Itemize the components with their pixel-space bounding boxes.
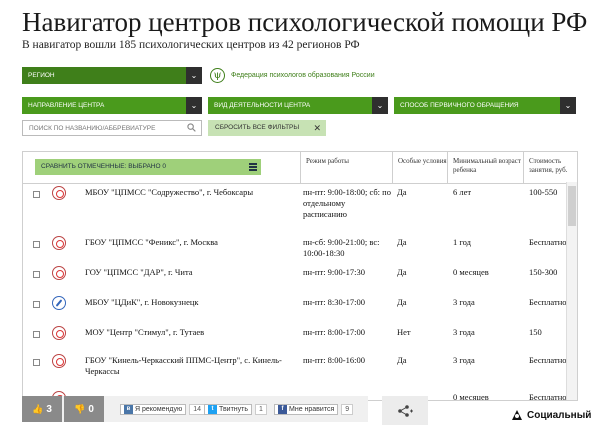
cell-min-age: 0 месяцев	[453, 392, 489, 401]
vk-icon: в	[124, 405, 133, 414]
table-header: СРАВНИТЬ ОТМЕЧЕННЫЕ: ВЫБРАНО 0 Режим раб…	[23, 152, 577, 184]
chevron-down-icon: ⌄	[186, 67, 202, 84]
row-checkbox[interactable]	[33, 271, 40, 278]
vk-button[interactable]: вЯ рекомендую	[120, 404, 187, 415]
cell-name[interactable]: МБОУ "ЦПМСС "Содружество", г. Чебоксары	[85, 187, 293, 198]
compare-selected-button[interactable]: СРАВНИТЬ ОТМЕЧЕННЫЕ: ВЫБРАНО 0	[35, 159, 261, 175]
cell-min-age: 3 года	[453, 297, 475, 307]
header-hours: Режим работы	[300, 152, 392, 184]
page-title: Навигатор центров психологической помощи…	[22, 7, 588, 37]
row-checkbox[interactable]	[33, 331, 40, 338]
page-subtitle: В навигатор вошли 185 психологических це…	[22, 39, 360, 51]
reset-filters-label: СБРОСИТЬ ВСЕ ФИЛЬТРЫ	[215, 124, 300, 131]
thumb-up-icon: 👍	[32, 403, 44, 414]
cell-min-age: 6 лет	[453, 187, 472, 197]
federation-label: Федерация психологов образования России	[231, 72, 375, 79]
federation-link[interactable]: ψ Федерация психологов образования Росси…	[210, 67, 375, 84]
cell-name[interactable]: МБОУ "ЦДиК", г. Новокузнецк	[85, 297, 293, 308]
direction-dropdown-label: НАПРАВЛЕНИЕ ЦЕНТРА	[28, 102, 105, 109]
like-button[interactable]: 👍 3	[22, 396, 62, 422]
target-icon	[52, 326, 66, 340]
cell-special-conditions: Нет	[397, 327, 411, 337]
twitter-share[interactable]: t Твитнуть 1	[204, 404, 267, 415]
cell-hours: пн-пт: 8:00-17:00	[303, 327, 365, 337]
direction-dropdown[interactable]: НАПРАВЛЕНИЕ ЦЕНТРА ⌄	[22, 97, 202, 114]
row-checkbox[interactable]	[33, 241, 40, 248]
cell-min-age: 3 года	[453, 355, 475, 365]
scrollbar-thumb[interactable]	[568, 186, 576, 226]
thumb-down-icon: 👎	[74, 403, 86, 414]
row-checkbox[interactable]	[33, 191, 40, 198]
facebook-icon: f	[278, 405, 287, 414]
twitter-button[interactable]: t Твитнуть	[204, 404, 253, 415]
like-count: 3	[46, 403, 52, 415]
cell-hours: пн-сб: 9:00-21:00; вс: 10:00-18:30	[303, 237, 380, 258]
twitter-label: Твитнуть	[219, 406, 249, 413]
share-button[interactable]	[382, 396, 428, 425]
cell-name[interactable]: ГБОУ "Кинель-Черкасский ППМС-Центр", с. …	[85, 355, 293, 377]
pencil-icon	[52, 296, 66, 310]
target-icon	[52, 354, 66, 368]
cell-min-age: 0 месяцев	[453, 267, 489, 277]
cell-name[interactable]: МОУ "Центр "Стимул", г. Тутаев	[85, 327, 293, 338]
facebook-label: Мне нравится	[289, 406, 335, 413]
social-network-link[interactable]: Социальный	[511, 409, 591, 421]
search-input[interactable]	[22, 120, 202, 136]
psi-logo-icon: ψ	[210, 68, 225, 83]
target-icon	[52, 266, 66, 280]
contact-method-dropdown[interactable]: СПОСОБ ПЕРВИЧНОГО ОБРАЩЕНИЯ ⌄	[394, 97, 576, 114]
dislike-count: 0	[88, 403, 94, 415]
vk-share[interactable]: вЯ рекомендую 14	[120, 404, 206, 415]
chevron-down-icon: ⌄	[372, 97, 388, 114]
cell-special-conditions: Да	[397, 187, 407, 197]
chevron-down-icon: ⌄	[560, 97, 576, 114]
cell-hours: пн-пт: 9:00-18:00; сб: по отдельному рас…	[303, 187, 391, 219]
dislike-button[interactable]: 👎 0	[64, 396, 104, 422]
vk-label: Я рекомендую	[135, 406, 183, 413]
cell-special-conditions: Да	[397, 237, 407, 247]
search-icon[interactable]	[187, 123, 196, 132]
facebook-button[interactable]: f Мне нравится	[274, 404, 339, 415]
cell-min-age: 3 года	[453, 327, 475, 337]
cell-special-conditions: Да	[397, 297, 407, 307]
compare-label: СРАВНИТЬ ОТМЕЧЕННЫЕ: ВЫБРАНО 0	[41, 163, 166, 170]
chevron-down-icon: ⌄	[186, 97, 202, 114]
region-dropdown[interactable]: РЕГИОН ⌄	[22, 67, 202, 84]
centers-table: СРАВНИТЬ ОТМЕЧЕННЫЕ: ВЫБРАНО 0 Режим раб…	[22, 151, 578, 401]
twitter-icon: t	[208, 405, 217, 414]
share-icon	[398, 404, 413, 417]
facebook-share[interactable]: f Мне нравится 9	[274, 404, 354, 415]
row-checkbox[interactable]	[33, 301, 40, 308]
table-scrollbar[interactable]	[566, 182, 577, 400]
cell-min-age: 1 год	[453, 237, 471, 247]
target-icon	[52, 186, 66, 200]
activity-dropdown-label: ВИД ДЕЯТЕЛЬНОСТИ ЦЕНТРА	[214, 102, 311, 109]
social-network-logo-icon	[512, 410, 522, 420]
vk-count: 14	[189, 404, 206, 415]
header-cost: Стоимость занятия, руб.	[523, 152, 577, 184]
bottom-bar: 👍 3 👎 0 вЯ рекомендую 14 t Твитнуть 1 f Мн…	[22, 396, 368, 422]
cell-name[interactable]: ГОУ "ЦПМСС "ДАР", г. Чита	[85, 267, 293, 278]
cell-name[interactable]: ГБОУ "ЦПМСС "Феникс", г. Москва	[85, 237, 293, 248]
region-dropdown-label: РЕГИОН	[28, 72, 55, 79]
contact-method-dropdown-label: СПОСОБ ПЕРВИЧНОГО ОБРАЩЕНИЯ	[400, 102, 519, 109]
header-min-age: Минимальный возраст ребенка	[447, 152, 523, 184]
social-network-label: Социальный	[527, 409, 592, 421]
cell-special-conditions: Да	[397, 355, 407, 365]
close-icon: ✕	[313, 123, 321, 133]
target-icon	[52, 236, 66, 250]
reset-filters-button[interactable]: СБРОСИТЬ ВСЕ ФИЛЬТРЫ ✕	[208, 120, 326, 136]
cell-hours: пн-пт: 8:30-17:00	[303, 297, 365, 307]
header-special-conditions: Особые условия	[392, 152, 447, 184]
cell-special-conditions: Да	[397, 267, 407, 277]
menu-icon	[249, 163, 257, 171]
row-checkbox[interactable]	[33, 359, 40, 366]
activity-dropdown[interactable]: ВИД ДЕЯТЕЛЬНОСТИ ЦЕНТРА ⌄	[208, 97, 388, 114]
twitter-count: 1	[255, 404, 267, 415]
cell-hours: пн-пт: 9:00-17:30	[303, 267, 365, 277]
cell-hours: пн-пт: 8:00-16:00	[303, 355, 365, 365]
facebook-count: 9	[341, 404, 354, 415]
